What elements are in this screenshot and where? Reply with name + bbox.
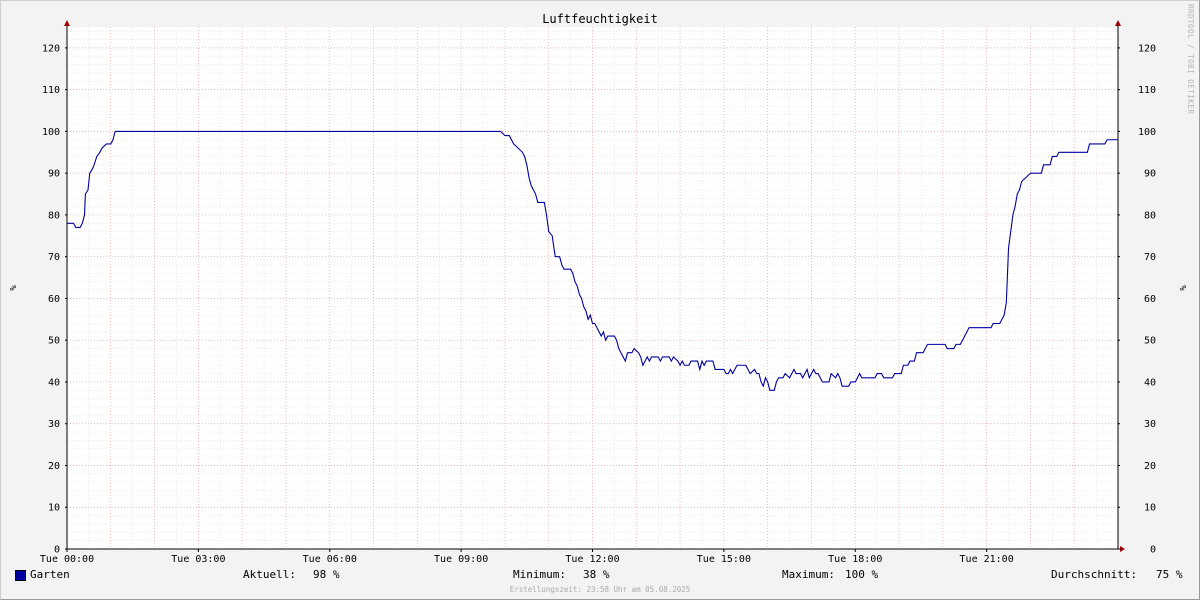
x-tick-label: Tue 12:00 xyxy=(565,554,619,565)
y-tick-label-left: 100 xyxy=(42,127,60,138)
y-axis-arrow-left xyxy=(64,20,70,26)
y-tick-label-right: 40 xyxy=(1144,377,1156,388)
legend-durchschnitt-label: Durchschnitt: xyxy=(1051,568,1138,581)
x-tick-label: Tue 18:00 xyxy=(828,554,882,565)
legend-series-name: Garten xyxy=(30,568,70,581)
x-tick-label: Tue 09:00 xyxy=(434,554,488,565)
y-tick-label-right: 10 xyxy=(1144,503,1156,514)
chart-svg: 0 010 1020 2030 3040 4050 5060 6070 7080 8090 9010… xyxy=(7,12,1187,565)
legend-aktuell-label: Aktuell: xyxy=(243,568,296,581)
x-tick-label: Tue 00:00 xyxy=(40,554,94,565)
legend-swatch xyxy=(15,570,26,581)
x-tick-label: Tue 21:00 xyxy=(960,554,1014,565)
y-tick-label-right: 90 xyxy=(1144,169,1156,180)
y-tick-label-right: 80 xyxy=(1144,210,1156,221)
rrdtool-watermark: RRDTOOL / TOBI OETIKER xyxy=(1186,4,1195,115)
legend-minimum-value: 38 % xyxy=(583,568,610,581)
legend-row: Garten Aktuell: 98 % Minimum: 38 % Maxim… xyxy=(0,568,1200,584)
y-axis-arrow-right xyxy=(1115,20,1121,26)
legend-durchschnitt-value: 75 % xyxy=(1156,568,1183,581)
y-tick-label-right: 20 xyxy=(1144,461,1156,472)
y-tick-label-right: 120 xyxy=(1138,43,1156,54)
y-tick-label-right: 0 xyxy=(1150,545,1156,556)
x-axis-arrow xyxy=(1120,546,1125,552)
y-tick-label-left: 60 xyxy=(48,294,60,305)
y-tick-label-left: 90 xyxy=(48,169,60,180)
legend-aktuell-value: 98 % xyxy=(313,568,340,581)
y-tick-label-right: 70 xyxy=(1144,252,1156,263)
footer-timestamp: Erstellungszeit: 23:58 Uhr am 05.08.2025 xyxy=(509,585,691,594)
y-tick-label-left: 110 xyxy=(42,85,60,96)
x-tick-label: Tue 06:00 xyxy=(303,554,357,565)
y-tick-label-right: 60 xyxy=(1144,294,1156,305)
y-tick-label-left: 50 xyxy=(48,336,60,347)
y-axis-label-left: % xyxy=(7,285,17,291)
y-tick-label-left: 10 xyxy=(48,503,60,514)
legend-minimum-label: Minimum: xyxy=(513,568,566,581)
legend-maximum-value: 100 % xyxy=(845,568,879,581)
y-tick-label-right: 50 xyxy=(1144,336,1156,347)
y-tick-label-left: 80 xyxy=(48,210,60,221)
y-tick-label-right: 30 xyxy=(1144,419,1156,430)
chart-title: Luftfeuchtigkeit xyxy=(542,12,658,26)
y-axis-label-right: % xyxy=(1177,285,1187,291)
y-tick-label-left: 40 xyxy=(48,377,60,388)
y-tick-label-left: 30 xyxy=(48,419,60,430)
x-tick-label: Tue 03:00 xyxy=(171,554,225,565)
legend-maximum-label: Maximum: xyxy=(782,568,835,581)
x-tick-label: Tue 15:00 xyxy=(697,554,751,565)
y-tick-label-right: 110 xyxy=(1138,85,1156,96)
y-tick-label-right: 100 xyxy=(1138,127,1156,138)
y-tick-label-left: 120 xyxy=(42,43,60,54)
y-tick-label-left: 70 xyxy=(48,252,60,263)
y-tick-label-left: 20 xyxy=(48,461,60,472)
